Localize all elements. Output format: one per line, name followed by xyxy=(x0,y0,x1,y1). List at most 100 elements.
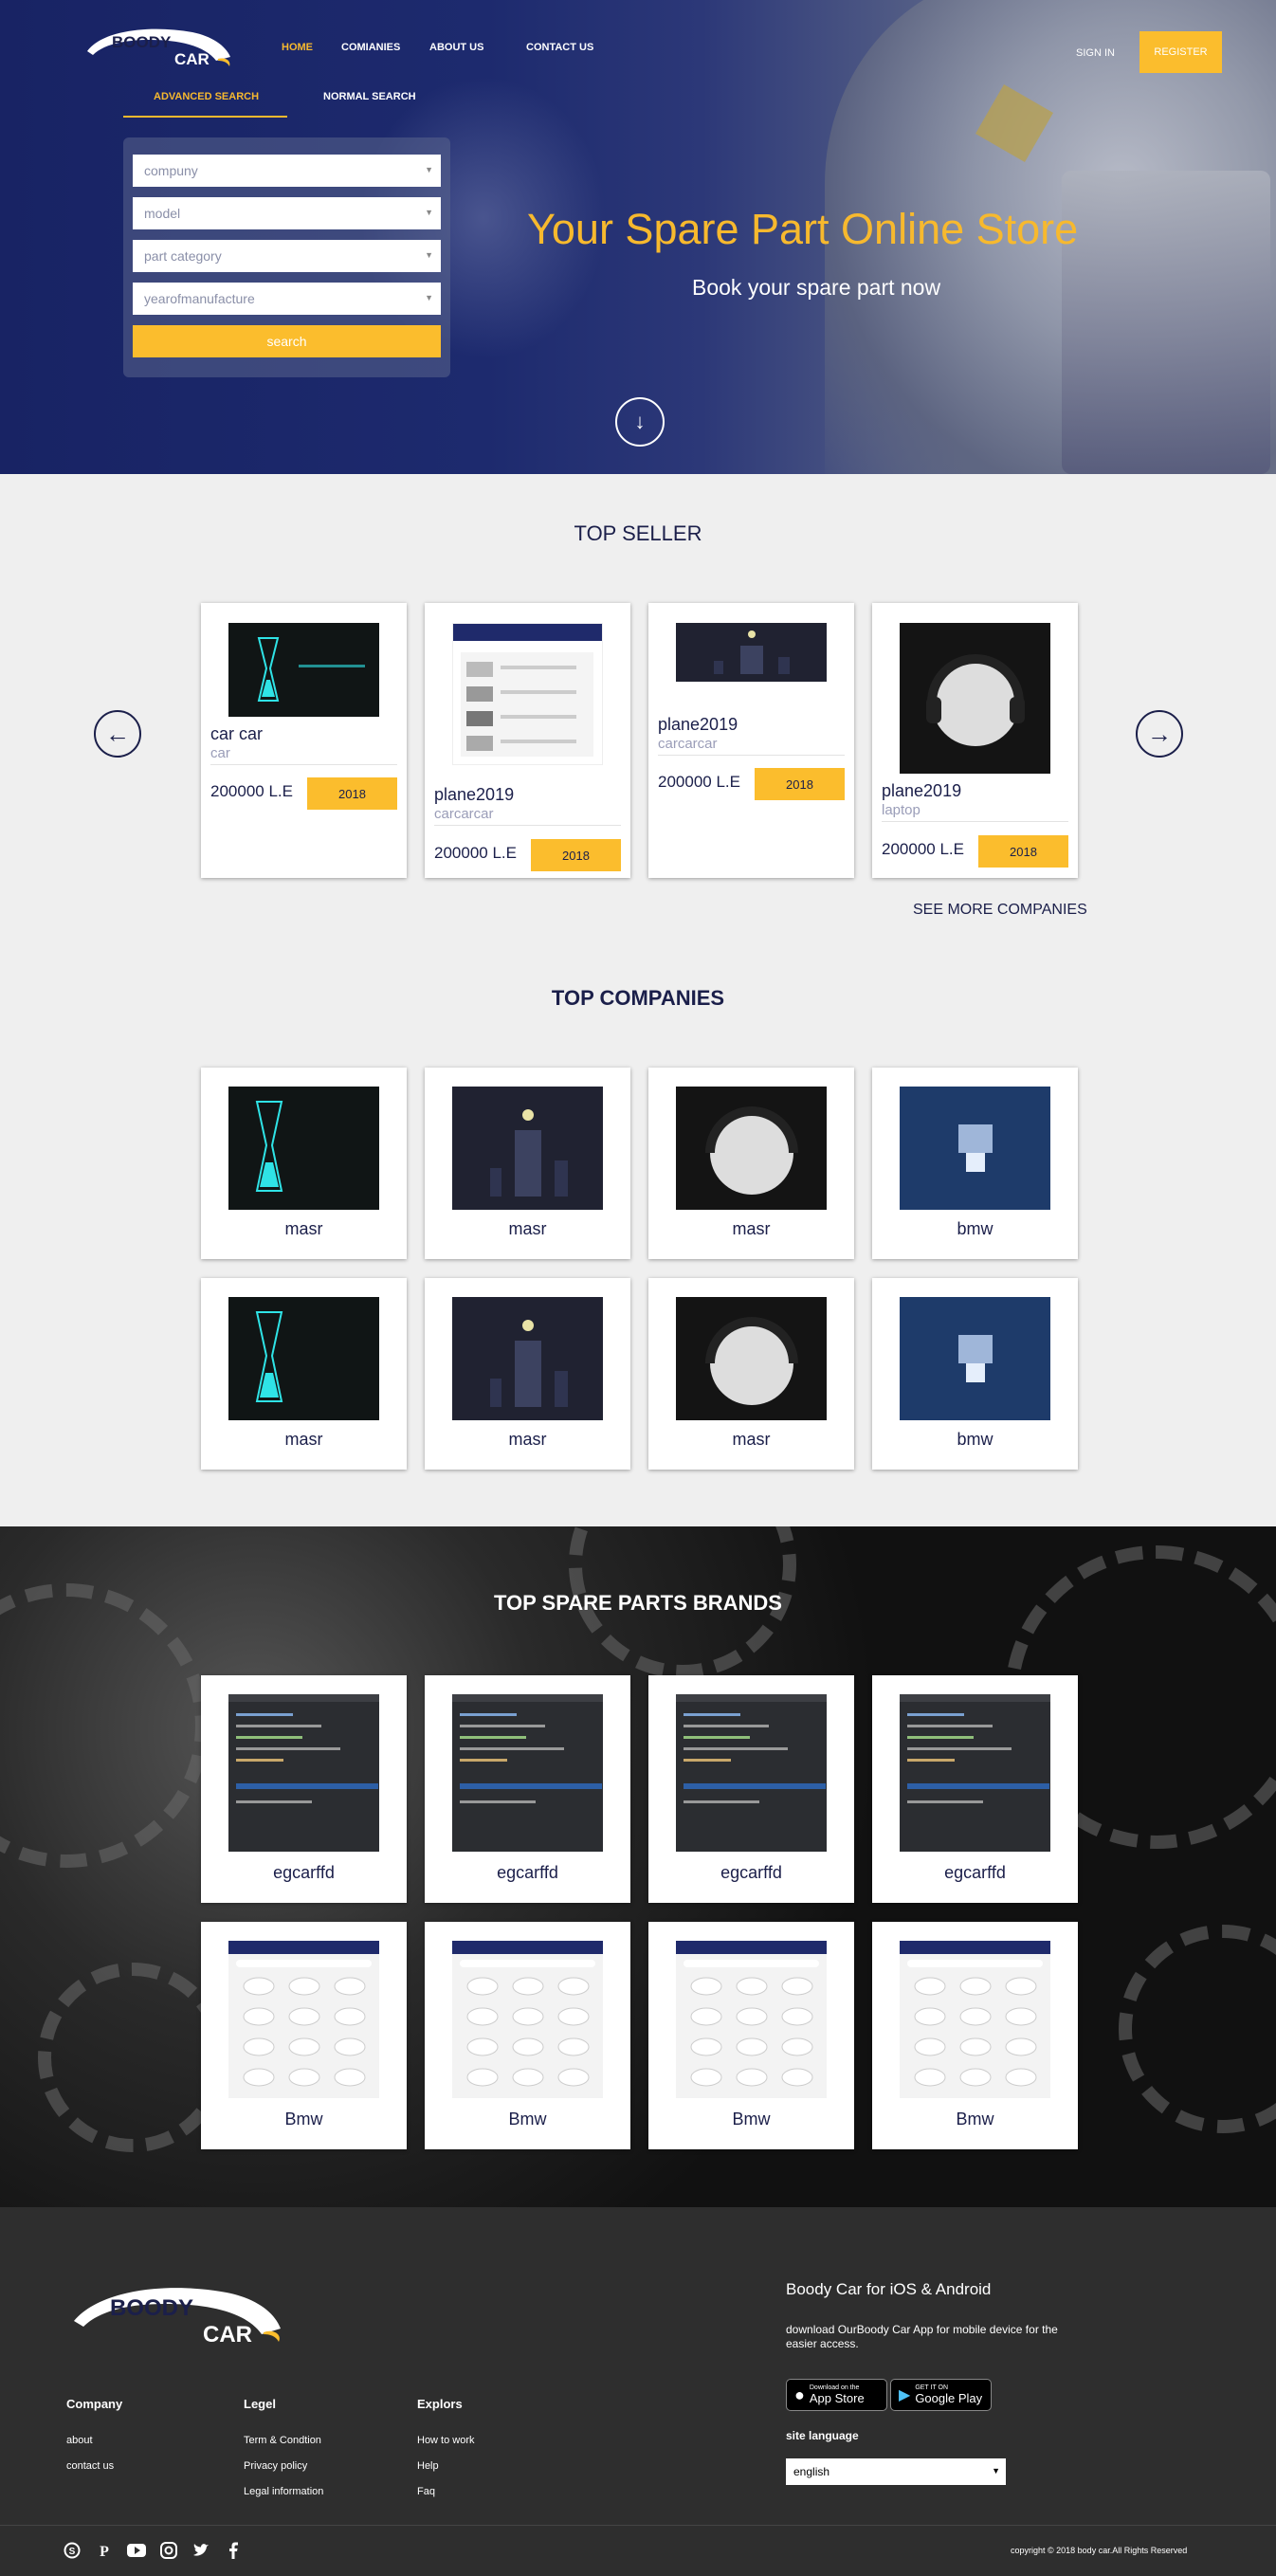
brand-card[interactable]: Bmw xyxy=(648,1922,854,2149)
product-image xyxy=(452,623,603,765)
site-language-value: english xyxy=(793,2465,830,2478)
hero-subtitle: Book your spare part now xyxy=(692,275,941,300)
facebook-icon[interactable] xyxy=(224,2541,243,2560)
company-card[interactable]: masr xyxy=(648,1278,854,1470)
footer-link-legal-info[interactable]: Legal information xyxy=(244,2486,323,2497)
app-promo-description: download OurBoody Car App for mobile dev… xyxy=(786,2323,1058,2350)
product-name: plane2019 xyxy=(882,781,962,800)
company-image xyxy=(676,1297,827,1420)
scroll-down-button[interactable]: ↓ xyxy=(615,397,665,447)
company-card[interactable]: bmw xyxy=(872,1278,1078,1470)
company-select-value: compuny xyxy=(144,163,198,178)
site-language-label: site language xyxy=(786,2429,859,2442)
arrow-left-icon: ← xyxy=(105,719,130,748)
brand-image xyxy=(452,1694,603,1852)
footer xyxy=(0,2207,1276,2576)
footer-logo-text-bottom: CAR xyxy=(203,2322,252,2346)
instagram-icon[interactable] xyxy=(159,2541,178,2560)
gear-shape xyxy=(1119,1925,1276,2133)
brand-card[interactable]: Bmw xyxy=(425,1922,630,2149)
nav-home[interactable]: HOME xyxy=(282,42,313,53)
active-tab-underline xyxy=(123,116,287,118)
product-name: plane2019 xyxy=(658,715,738,734)
card-divider xyxy=(210,764,397,765)
tab-advanced-search[interactable]: ADVANCED SEARCH xyxy=(154,91,259,102)
company-name: bmw xyxy=(957,1430,993,1449)
google-play-icon: ▶ xyxy=(899,2387,911,2403)
product-image xyxy=(900,623,1050,774)
gear-shape xyxy=(0,1583,209,1868)
brand-card[interactable]: Bmw xyxy=(872,1922,1078,2149)
footer-logo[interactable]: BOODY CAR xyxy=(70,2279,294,2346)
twitter-icon[interactable] xyxy=(191,2541,210,2560)
footer-link-contact-us[interactable]: contact us xyxy=(66,2460,114,2472)
google-play-button[interactable]: ▶ GET IT ON Google Play xyxy=(890,2379,992,2411)
search-form: compuny ▼ model ▼ part category ▼ yearof… xyxy=(123,137,450,377)
company-name: bmw xyxy=(957,1219,993,1238)
brand-image xyxy=(676,1941,827,2098)
signin-link[interactable]: SIGN IN xyxy=(1076,47,1115,59)
product-card[interactable]: car car car 200000 L.E 2018 xyxy=(201,603,407,878)
youtube-icon[interactable] xyxy=(127,2541,146,2560)
footer-link-privacy[interactable]: Privacy policy xyxy=(244,2460,307,2472)
svg-text:P: P xyxy=(100,2544,109,2559)
brand-card[interactable]: egcarffd xyxy=(201,1675,407,1903)
footer-link-terms[interactable]: Term & Condtion xyxy=(244,2435,321,2446)
footer-link-faq[interactable]: Faq xyxy=(417,2486,435,2497)
brand-name: Bmw xyxy=(732,2110,771,2128)
top-companies-title: TOP COMPANIES xyxy=(551,986,725,1010)
carousel-prev-button[interactable]: ← xyxy=(94,710,141,758)
chevron-down-icon: ▼ xyxy=(992,2466,1000,2476)
card-divider xyxy=(434,825,621,826)
skype-icon[interactable]: S xyxy=(63,2541,82,2560)
brand-card[interactable]: egcarffd xyxy=(872,1675,1078,1903)
top-seller-title: TOP SELLER xyxy=(574,521,702,545)
company-select[interactable]: compuny ▼ xyxy=(133,155,441,187)
card-divider xyxy=(882,821,1068,822)
footer-link-help[interactable]: Help xyxy=(417,2460,439,2472)
app-promo-title: Boody Car for iOS & Android xyxy=(786,2280,992,2298)
brand-name: Bmw xyxy=(956,2110,994,2128)
product-card[interactable]: plane2019 carcarcar 200000 L.E 2018 xyxy=(425,603,630,878)
nav-about-us[interactable]: ABOUT US xyxy=(429,42,483,53)
search-button[interactable]: search xyxy=(133,325,441,357)
brand-name: egcarffd xyxy=(497,1863,558,1882)
company-card[interactable]: bmw xyxy=(872,1068,1078,1259)
pinterest-icon[interactable]: P xyxy=(95,2541,114,2560)
chevron-down-icon: ▼ xyxy=(425,208,433,217)
company-card[interactable]: masr xyxy=(201,1068,407,1259)
product-card[interactable]: plane2019 laptop 200000 L.E 2018 xyxy=(872,603,1078,878)
company-card[interactable]: masr xyxy=(425,1278,630,1470)
carousel-next-button[interactable]: → xyxy=(1136,710,1183,758)
google-play-small-text: GET IT ON xyxy=(915,2384,949,2391)
company-card[interactable]: masr xyxy=(425,1068,630,1259)
nav-companies[interactable]: COMIANIES xyxy=(341,42,400,53)
company-card[interactable]: masr xyxy=(648,1068,854,1259)
product-year-badge: 2018 xyxy=(978,835,1068,868)
see-more-companies-link[interactable]: SEE MORE COMPANIES xyxy=(913,902,1087,919)
company-card[interactable]: masr xyxy=(201,1278,407,1470)
footer-col-title-company: Company xyxy=(66,2397,123,2411)
boody-car-logo[interactable]: BOODY CAR xyxy=(83,23,240,70)
site-language-select[interactable]: english ▼ xyxy=(786,2458,1006,2485)
footer-link-about[interactable]: about xyxy=(66,2435,93,2446)
brand-card[interactable]: egcarffd xyxy=(648,1675,854,1903)
svg-text:S: S xyxy=(69,2547,76,2557)
nav-contact-us[interactable]: CONTACT US xyxy=(526,42,593,53)
apple-icon: ● xyxy=(794,2384,805,2404)
part-category-select[interactable]: part category ▼ xyxy=(133,240,441,272)
product-price: 200000 L.E xyxy=(210,782,293,800)
year-select[interactable]: yearofmanufacture ▼ xyxy=(133,283,441,315)
product-year-badge: 2018 xyxy=(307,777,397,810)
model-select[interactable]: model ▼ xyxy=(133,197,441,229)
brand-card[interactable]: egcarffd xyxy=(425,1675,630,1903)
brand-card[interactable]: Bmw xyxy=(201,1922,407,2149)
footer-link-how-to-work[interactable]: How to work xyxy=(417,2435,475,2446)
app-store-button[interactable]: ● Download on the App Store xyxy=(786,2379,887,2411)
chevron-down-icon: ▼ xyxy=(425,293,433,302)
company-image xyxy=(452,1297,603,1420)
tab-normal-search[interactable]: NORMAL SEARCH xyxy=(323,91,416,102)
product-card[interactable]: plane2019 carcarcar 200000 L.E 2018 xyxy=(648,603,854,878)
company-name: masr xyxy=(284,1219,323,1238)
register-button[interactable]: REGISTER xyxy=(1139,31,1222,73)
